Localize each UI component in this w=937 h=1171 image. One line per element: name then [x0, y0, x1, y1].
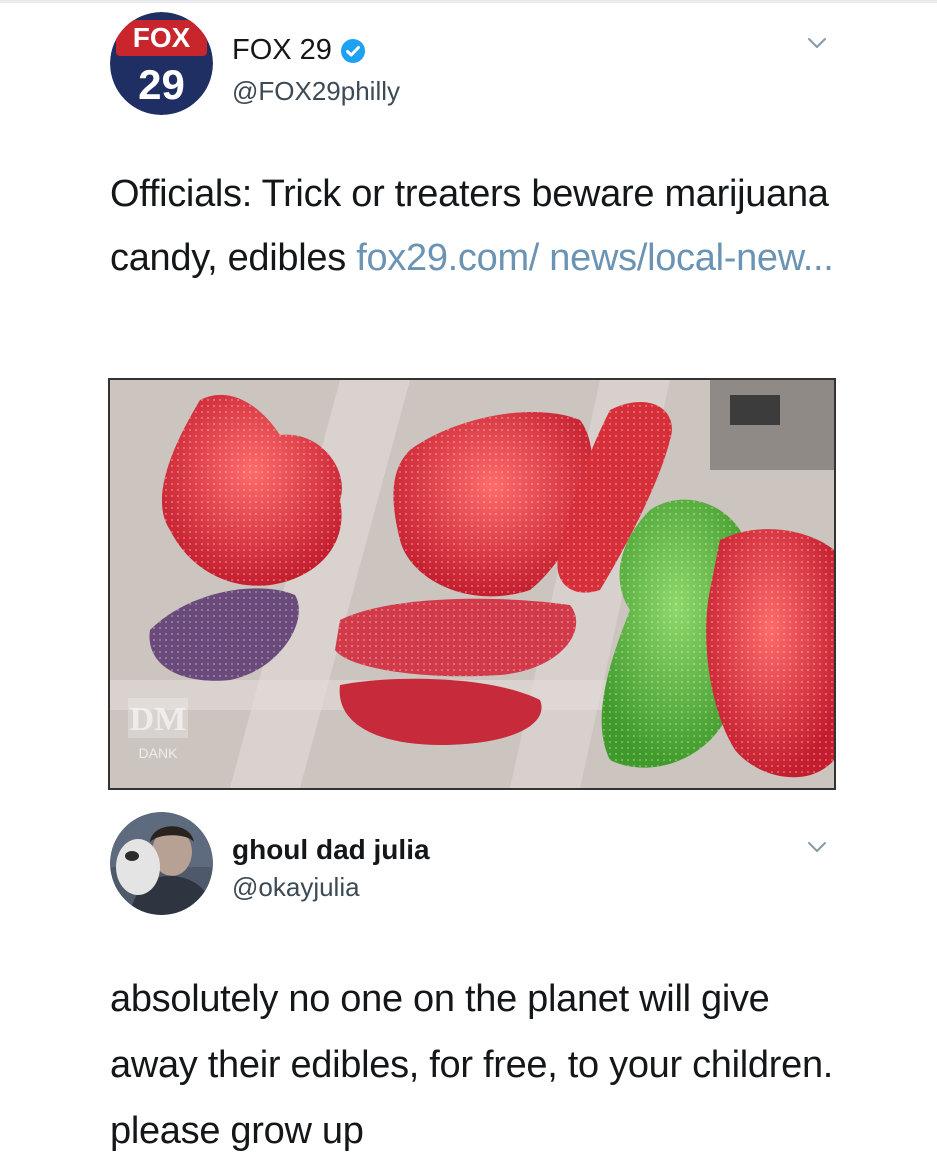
- display-name[interactable]: FOX 29: [232, 34, 332, 67]
- top-border: [0, 0, 937, 3]
- julia-avatar[interactable]: [110, 812, 213, 915]
- user-handle[interactable]: @FOX29philly: [232, 76, 400, 107]
- user-handle[interactable]: @okayjulia: [232, 872, 360, 903]
- avatar-fox-text: FOX: [133, 22, 191, 53]
- display-name[interactable]: ghoul dad julia: [232, 834, 430, 866]
- svg-text:DANK: DANK: [139, 745, 179, 761]
- chevron-down-icon[interactable]: [804, 834, 830, 860]
- tweet-header-fox29: FOX 29 FOX 29 @FOX29philly: [110, 12, 850, 122]
- avatar-29-text: 29: [138, 61, 185, 108]
- verified-badge-icon: [340, 38, 366, 64]
- tweet-text: absolutely no one on the planet will giv…: [110, 978, 834, 1152]
- tweet-text: Officials: Trick or treaters beware mari…: [110, 162, 850, 290]
- svg-text:DM: DM: [130, 701, 187, 738]
- tweet-link[interactable]: fox29.com/ news/local-new...: [356, 237, 834, 279]
- tweet-image[interactable]: DM DANK: [108, 378, 836, 790]
- display-name-row: FOX 29: [232, 34, 366, 67]
- tweet-header-okayjulia: ghoul dad julia @okayjulia: [110, 812, 850, 922]
- chevron-down-icon[interactable]: [804, 30, 830, 56]
- fox29-avatar[interactable]: FOX 29: [110, 12, 213, 115]
- display-name-row: ghoul dad julia: [232, 834, 430, 866]
